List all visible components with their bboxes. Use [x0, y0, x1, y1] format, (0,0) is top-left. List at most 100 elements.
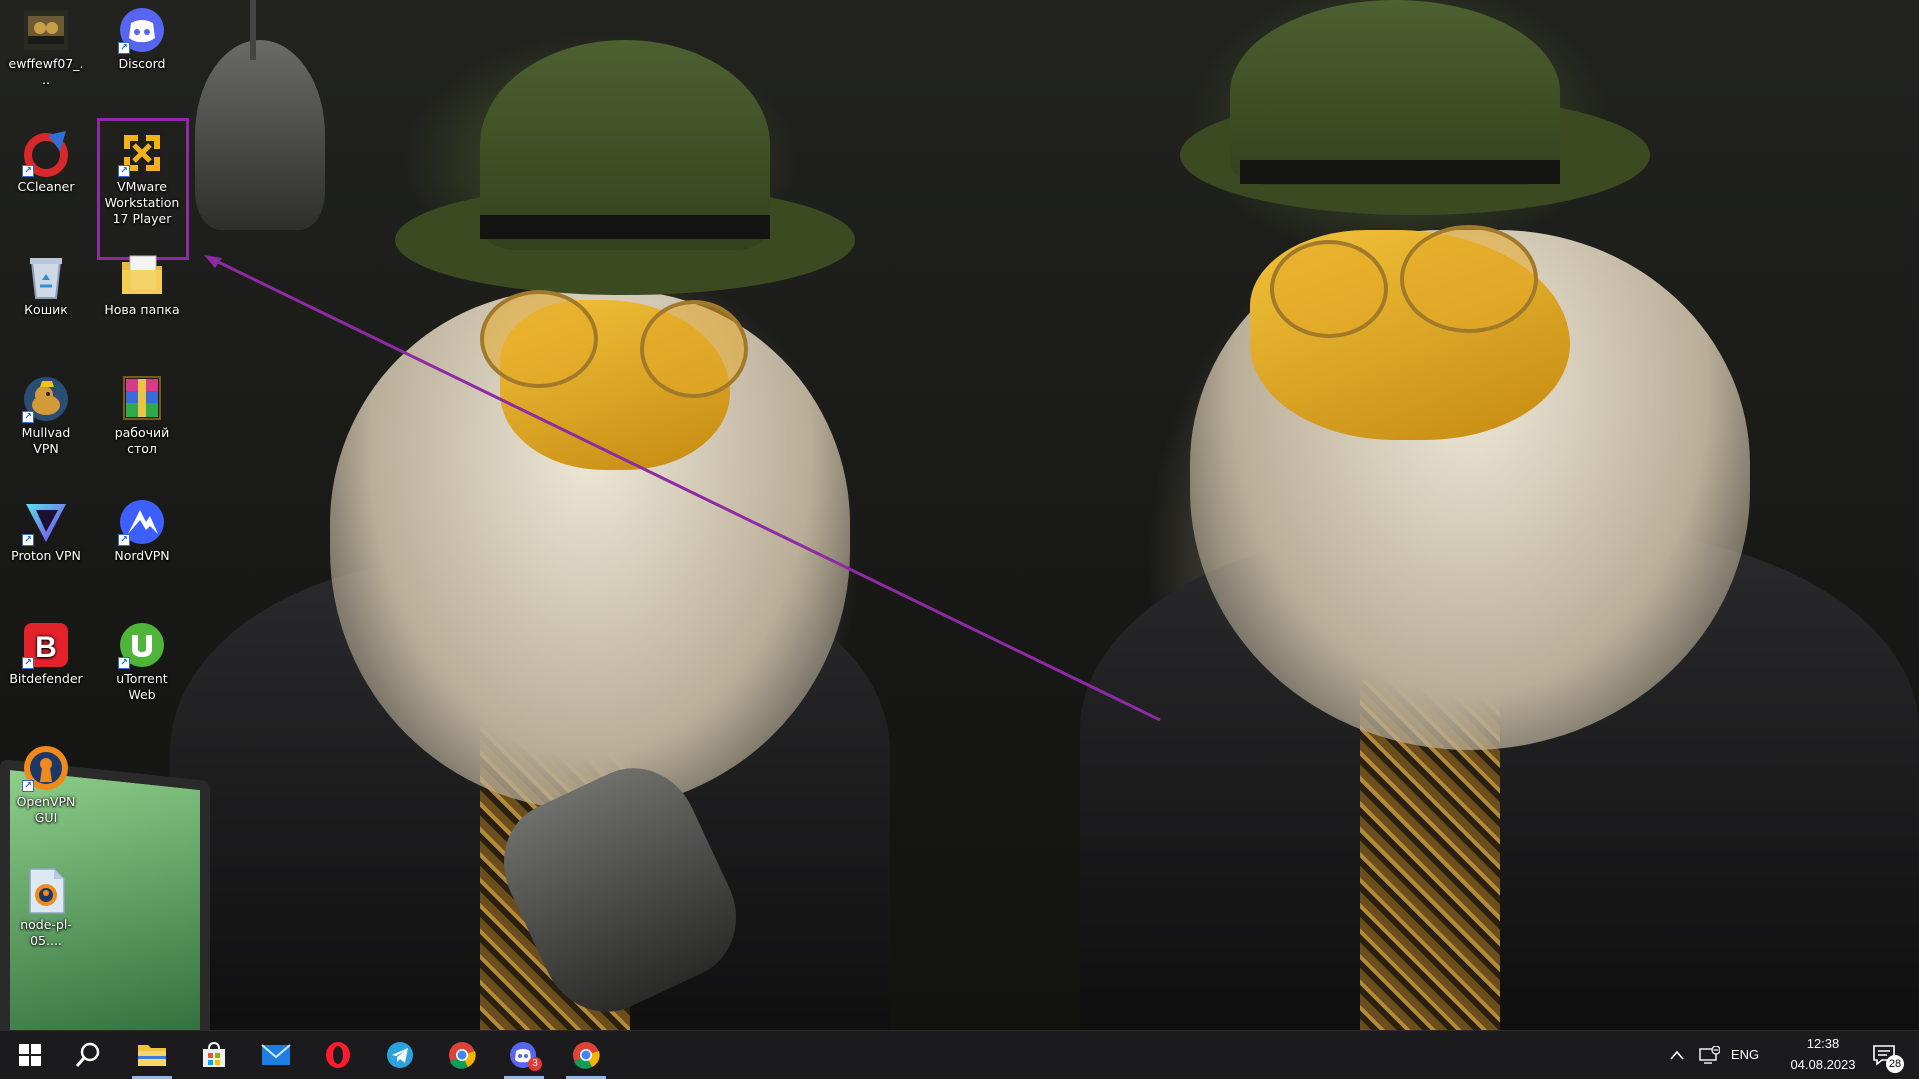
right-duck-glasses-left — [1270, 240, 1388, 338]
desktop-icon-mullvad[interactable]: ↗ Mullvad VPN — [8, 371, 84, 457]
search-button[interactable] — [64, 1031, 112, 1079]
discord-icon: ↗ — [118, 6, 166, 54]
shortcut-arrow-icon: ↗ — [22, 534, 34, 546]
search-icon — [75, 1042, 100, 1067]
tray-network-button[interactable] — [1694, 1031, 1724, 1079]
desktop-icon-ccleaner[interactable]: ↗ CCleaner — [8, 125, 84, 195]
desktop-icon-label: CCleaner — [17, 179, 75, 194]
nordvpn-icon: ↗ — [118, 498, 166, 546]
left-duck-glasses-right — [640, 300, 748, 398]
desktop-icon-label: ewffewf07_... — [8, 56, 84, 87]
left-duck-hat — [480, 40, 770, 250]
desktop-icon-label: uTorrent Web — [116, 671, 168, 702]
right-duck-hat-band — [1240, 160, 1560, 184]
desktop-icon-label: Proton VPN — [11, 548, 81, 563]
openvpn-config-file-icon — [22, 867, 70, 915]
chrome-icon — [449, 1042, 476, 1069]
ccleaner-icon: ↗ — [22, 129, 70, 177]
taskbar-telegram[interactable] — [376, 1031, 424, 1079]
shortcut-arrow-icon: ↗ — [22, 780, 34, 792]
shortcut-arrow-icon: ↗ — [22, 657, 34, 669]
chrome-canary-icon — [573, 1042, 600, 1069]
annotation-arrow — [204, 255, 1161, 722]
mullvad-icon: ↗ — [22, 375, 70, 423]
taskbar-mail[interactable] — [252, 1031, 300, 1079]
right-duck-beak — [1250, 230, 1570, 440]
desktop-icon-ewffewf07[interactable]: ewffewf07_... — [8, 2, 84, 88]
desktop-icon-label: VMware Workstation 17 Player — [104, 179, 180, 226]
shortcut-arrow-icon: ↗ — [22, 411, 34, 423]
desktop-icon-utorrent-web[interactable]: ↗ uTorrent Web — [104, 617, 180, 703]
file-explorer-icon — [138, 1045, 166, 1066]
desktop-icon-nordvpn[interactable]: ↗ NordVPN — [104, 494, 180, 564]
microsoft-store-icon — [203, 1041, 225, 1067]
desktop-icon-discord[interactable]: ↗ Discord — [104, 2, 180, 72]
left-duck-glasses-left — [480, 290, 598, 388]
game-thumbnail-icon — [22, 6, 70, 54]
taskbar-opera[interactable] — [314, 1031, 362, 1079]
telegram-icon — [387, 1042, 413, 1068]
left-duck-scarf — [480, 700, 630, 1030]
right-duck-glasses-right — [1400, 225, 1538, 333]
desktop-icon-label: Кошик — [24, 302, 68, 317]
tray-overflow-button[interactable] — [1664, 1031, 1690, 1079]
left-duck-hat-band — [480, 215, 770, 239]
lamp-pole — [250, 0, 256, 60]
mail-icon — [261, 1044, 291, 1065]
shortcut-arrow-icon: ↗ — [118, 534, 130, 546]
desktop-wallpaper: ewffewf07_... ↗ CCleaner Кошик ↗ Mullvad… — [0, 0, 1919, 1030]
taskbar-microsoft-store[interactable] — [190, 1031, 238, 1079]
desktop-icon-openvpn[interactable]: ↗ OpenVPN GUI — [8, 740, 84, 826]
taskbar-file-explorer[interactable] — [128, 1031, 176, 1079]
tray-time[interactable]: 12:38 — [1793, 1036, 1853, 1051]
desktop-icon-node-pl-05[interactable]: node-pl-05.... — [8, 863, 84, 949]
opera-icon — [326, 1042, 350, 1068]
start-button[interactable] — [6, 1031, 54, 1079]
left-duck-beak — [500, 300, 730, 470]
desktop-icon-label: Нова папка — [104, 302, 180, 317]
desktop-icon-workdesk-archive[interactable]: рабочий стол — [104, 371, 180, 457]
bitdefender-icon: B ↗ — [22, 621, 70, 669]
chevron-up-icon — [1670, 1050, 1684, 1060]
shortcut-arrow-icon: ↗ — [118, 657, 130, 669]
left-duck-beard — [330, 290, 850, 810]
taskbar-discord[interactable]: 3 — [500, 1031, 548, 1079]
tray-date[interactable]: 04.08.2023 — [1775, 1057, 1871, 1072]
taskbar-chrome[interactable] — [438, 1031, 486, 1079]
desktop-icon-vmware[interactable]: ↗ VMware Workstation 17 Player — [104, 125, 180, 227]
desktop-icon-label: Bitdefender — [9, 671, 83, 686]
right-duck-coat — [1080, 530, 1919, 1030]
desktop-icon-recycle-bin[interactable]: Кошик — [8, 248, 84, 318]
right-duck-beard — [1190, 230, 1750, 750]
right-duck-hat-brim — [1180, 95, 1650, 215]
folder-icon — [118, 252, 166, 300]
left-duck-bottle — [482, 748, 758, 1030]
desktop-icon-protonvpn[interactable]: ↗ Proton VPN — [8, 494, 84, 564]
shortcut-arrow-icon: ↗ — [22, 165, 34, 177]
desktop-icon-bitdefender[interactable]: B ↗ Bitdefender — [8, 617, 84, 687]
right-duck-scarf — [1360, 680, 1500, 1030]
right-duck-hat — [1230, 0, 1560, 185]
desktop-icon-label: рабочий стол — [114, 425, 170, 456]
windows-start-icon — [19, 1044, 41, 1066]
notification-center-button[interactable]: 28 — [1862, 1031, 1906, 1079]
network-icon — [1699, 1046, 1720, 1064]
svg-text:B: B — [35, 631, 57, 664]
winrar-archive-icon — [118, 375, 166, 423]
desktop-icon-label: OpenVPN GUI — [16, 794, 76, 825]
protonvpn-icon: ↗ — [22, 498, 70, 546]
utorrent-icon: ↗ — [118, 621, 166, 669]
left-duck-coat — [170, 560, 890, 1030]
openvpn-icon: ↗ — [22, 744, 70, 792]
taskbar-chrome-canary[interactable] — [562, 1031, 610, 1079]
left-duck-hat-brim — [395, 185, 855, 295]
lamp-shade — [195, 40, 325, 230]
desktop-icon-new-folder[interactable]: Нова папка — [104, 248, 180, 318]
recycle-bin-icon — [22, 252, 70, 300]
tray-language[interactable]: ENG — [1731, 1047, 1759, 1062]
desktop-icon-label: Discord — [118, 56, 166, 71]
shortcut-arrow-icon: ↗ — [118, 165, 130, 177]
shortcut-arrow-icon: ↗ — [118, 42, 130, 54]
taskbar: 3 ENG 12:38 04.08.2023 28 — [0, 1030, 1919, 1079]
notification-count-badge: 28 — [1886, 1055, 1904, 1073]
